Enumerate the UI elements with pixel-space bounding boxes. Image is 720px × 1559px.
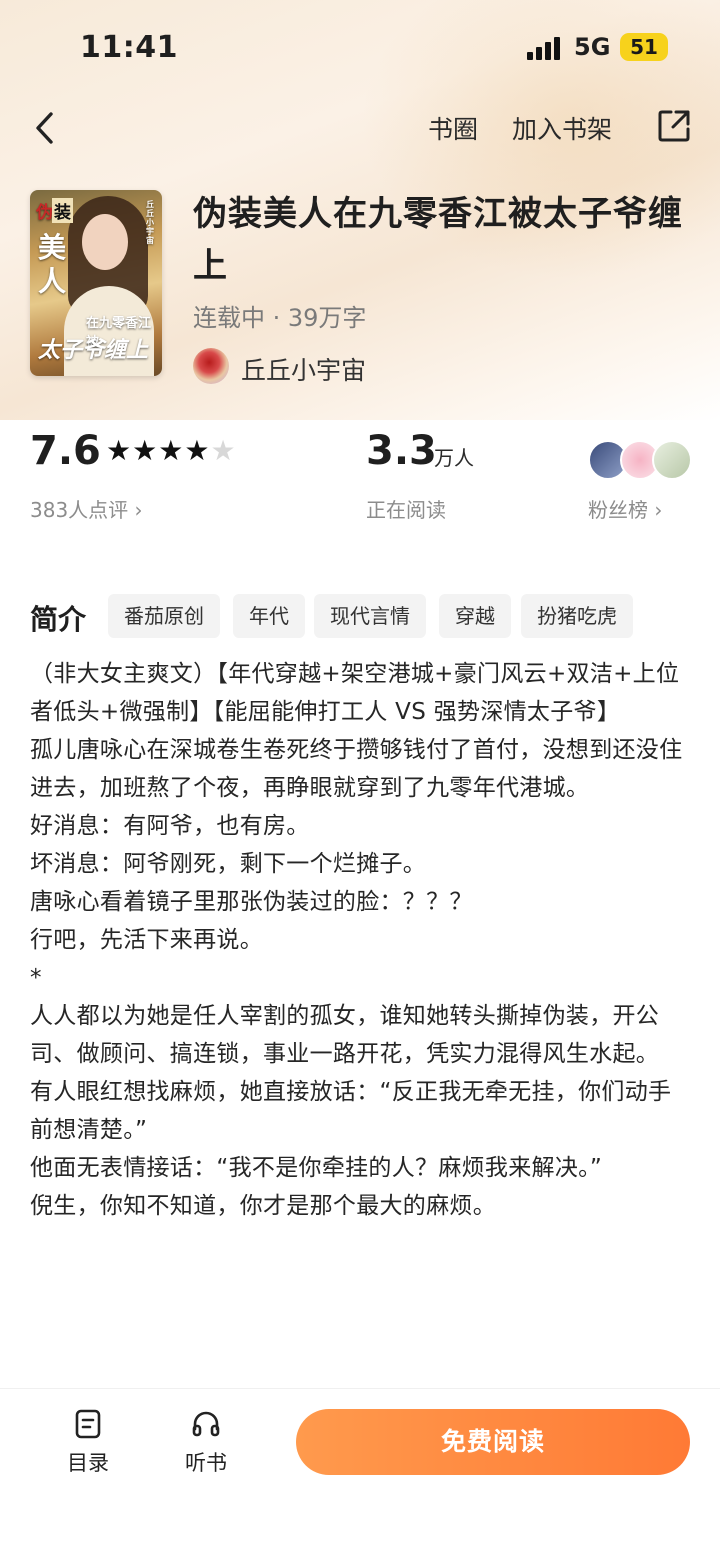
status-time: 11:41 (80, 30, 178, 65)
cellular-signal-icon (527, 36, 563, 60)
bottom-action-bar: 目录 听书 免费阅读 (0, 1388, 720, 1559)
synopsis-paragraph: 他面无表情接话：“我不是你牵挂的人？麻烦我来解决。” (30, 1155, 603, 1181)
readers-unit: 万人 (434, 446, 474, 470)
tag-chip[interactable]: 扮猪吃虎 (521, 594, 633, 638)
nav-bar: 书圈 加入书架 (0, 96, 720, 160)
back-button[interactable] (26, 108, 66, 148)
synopsis-paragraph: 倪生，你知不知道，你才是那个最大的麻烦。 (30, 1193, 496, 1219)
free-read-button[interactable]: 免费阅读 (296, 1409, 690, 1475)
book-meta: 连载中 · 39万字 (193, 304, 367, 332)
listen-label: 听书 (185, 1451, 227, 1475)
synopsis-paragraph: 好消息：有阿爷，也有房。 (30, 813, 310, 839)
synopsis[interactable]: （非大女主爽文）【年代穿越+架空港城+豪门风云+双洁+上位者低头+微强制】【能屈… (30, 655, 692, 1383)
status-bar: 11:41 5G 51 (0, 0, 720, 96)
rating-count-link[interactable]: 383人点评 › (30, 494, 143, 523)
synopsis-paragraph: 孤儿唐咏心在深城卷生卷死终于攒够钱付了首付，没想到还没住进去，加班熬了个夜，再睁… (30, 737, 683, 801)
author-avatar (193, 348, 229, 384)
star-icon: ★ (158, 434, 185, 467)
chevron-left-icon (36, 112, 53, 144)
cover-author-mark: 丘丘小宇宙 (146, 200, 154, 245)
rating-stars: ★★★★★ (106, 434, 237, 467)
catalog-label: 目录 (67, 1451, 109, 1475)
share-icon (658, 110, 690, 142)
headphones-icon (192, 1411, 220, 1437)
add-to-shelf-button[interactable]: 加入书架 (512, 110, 612, 146)
author-name: 丘丘小宇宙 (241, 356, 367, 385)
battery-icon: 51 (620, 33, 668, 61)
tag-chip[interactable]: 穿越 (439, 594, 511, 638)
tag-chip[interactable]: 番茄原创 (108, 594, 220, 638)
book-title: 伪装美人在九零香江被太子爷缠上 (193, 194, 683, 286)
readers-label: 正在阅读 (366, 498, 446, 522)
book-cover[interactable]: 伪 装 美 人 丘丘小宇宙 在九零香江被 太子爷缠上 (30, 190, 162, 376)
tag-chip[interactable]: 现代言情 (314, 594, 426, 638)
cover-title-char: 装 (52, 198, 73, 223)
fan-avatars[interactable] (588, 440, 692, 480)
synopsis-paragraph: 唐咏心看着镜子里那张伪装过的脸：？？？ (30, 889, 473, 915)
catalog-button[interactable]: 目录 (48, 1409, 128, 1489)
cover-title-char: 伪 (36, 203, 53, 223)
network-type: 5G (574, 33, 611, 61)
cover-title-char: 人 (38, 265, 67, 298)
synopsis-paragraph: 有人眼红想找麻烦，她直接放话：“反正我无牵无挂，你们动手前想清楚。” (30, 1079, 672, 1143)
cover-main-title: 太子爷缠上 (38, 338, 149, 363)
star-icon: ★ (106, 434, 133, 467)
listen-button[interactable]: 听书 (166, 1409, 246, 1489)
fan-avatar (652, 440, 692, 480)
tag-chip[interactable]: 年代 (233, 594, 305, 638)
synopsis-paragraph: 人人都以为她是任人宰割的孤女，谁知她转头撕掉伪装，开公司、做顾问、搞连锁，事业一… (30, 1003, 660, 1067)
star-icon: ★ (132, 434, 159, 467)
readers-count: 3.3 (366, 428, 437, 474)
synopsis-paragraph: （非大女主爽文）【年代穿越+架空港城+豪门风云+双洁+上位者低头+微强制】【能屈… (30, 661, 680, 725)
cover-figure-face (82, 214, 128, 270)
synopsis-paragraph: * (30, 965, 42, 991)
star-empty-icon: ★ (210, 434, 237, 467)
book-circle-link[interactable]: 书圈 (428, 110, 478, 146)
synopsis-paragraph: 坏消息：阿爷刚死，剩下一个烂摊子。 (30, 851, 427, 877)
star-icon: ★ (184, 434, 211, 467)
fans-rank-link[interactable]: 粉丝榜 › (588, 494, 662, 523)
synopsis-paragraph: 行吧，先活下来再说。 (30, 927, 263, 953)
catalog-icon (75, 1409, 101, 1439)
stats-row: 7.6 ★★★★★ 383人点评 › 3.3 万人 正在阅读 粉丝榜 › (0, 420, 720, 530)
rating-score: 7.6 (30, 428, 101, 474)
share-button[interactable] (656, 108, 692, 144)
intro-header: 简介 番茄原创 年代 现代言情 穿越 扮猪吃虎 (0, 594, 720, 644)
intro-title: 简介 (30, 603, 87, 636)
